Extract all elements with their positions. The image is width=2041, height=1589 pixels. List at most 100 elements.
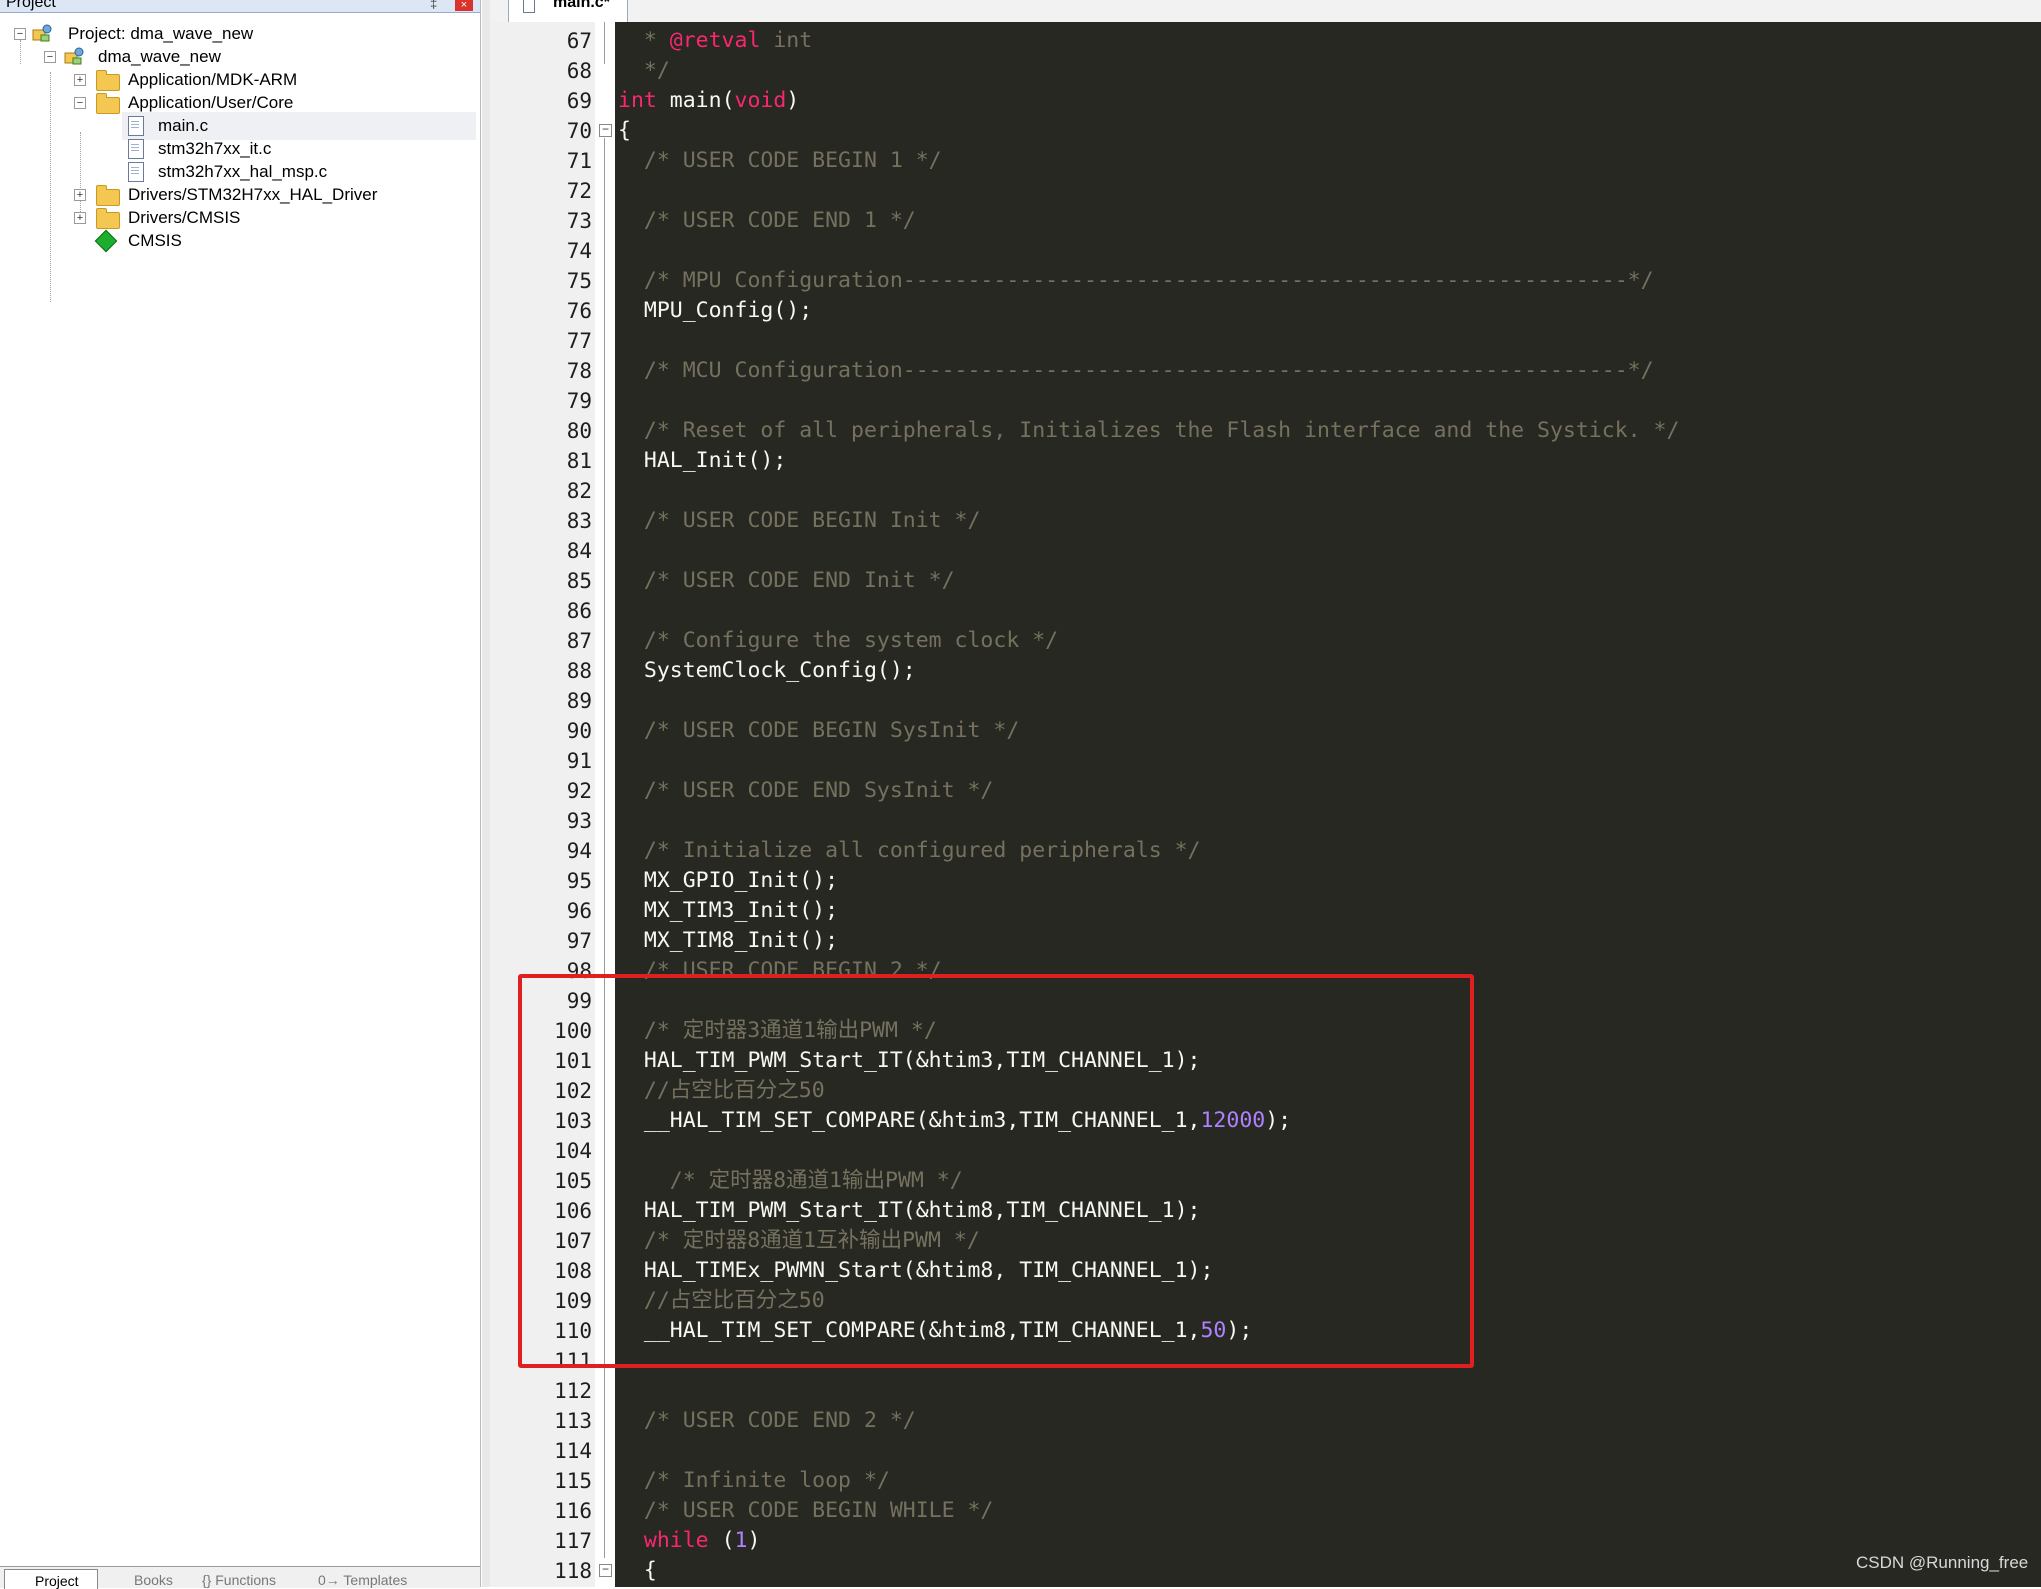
close-icon[interactable]: × [455,0,473,11]
code-line[interactable]: /* Reset of all peripherals, Initializes… [618,416,1680,446]
line-number: 68 [566,59,592,83]
code-line[interactable]: /* USER CODE BEGIN Init */ [618,506,981,536]
line-number: 118 [554,1559,592,1583]
line-number: 74 [566,239,592,263]
cmsis-icon [94,229,118,253]
line-number: 85 [566,569,592,593]
line-number: 89 [566,689,592,713]
expand-icon[interactable]: + [74,212,86,224]
code-token: ( [708,1528,735,1553]
pin-icon[interactable]: ‡ [430,0,437,11]
fold-toggle-icon[interactable]: − [599,123,612,137]
line-number: 87 [566,629,592,653]
code-comment: int [760,28,813,53]
line-number: 78 [566,359,592,383]
code-keyword: int [618,88,657,113]
file-icon [523,0,535,13]
code-line[interactable]: /* MPU Configuration--------------------… [618,266,1654,296]
line-number: 82 [566,479,592,503]
code-token: { [618,1558,657,1583]
code-comment: /* Initialize all configured peripherals… [618,838,1201,863]
code-line[interactable]: /* Configure the system clock */ [618,626,1058,656]
file-icon [128,116,144,136]
code-line[interactable]: MX_GPIO_Init(); [618,866,838,896]
line-number: 75 [566,269,592,293]
code-line[interactable]: /* MCU Configuration--------------------… [618,356,1654,386]
code-line[interactable]: * @retval int [618,26,812,56]
code-line[interactable]: MPU_Config(); [618,296,812,326]
file-icon [128,162,144,182]
code-line[interactable]: */ [618,56,670,86]
expand-icon[interactable]: + [74,189,86,201]
line-number: 91 [566,749,592,773]
code-comment: /* MCU Configuration--------------------… [618,358,1654,383]
fold-toggle-icon[interactable]: − [599,1563,612,1577]
line-number: 94 [566,839,592,863]
tree-item[interactable]: CMSIS [0,227,476,255]
project-panel-title: Project [6,0,56,11]
tab-books-label: Books [134,1572,173,1588]
line-number: 96 [566,899,592,923]
line-number: 95 [566,869,592,893]
code-comment: /* Configure the system clock */ [618,628,1059,653]
line-number: 113 [554,1409,592,1433]
code-line[interactable]: while (1) [618,1526,761,1556]
code-line[interactable]: { [618,1556,657,1586]
line-number: 93 [566,809,592,833]
tab-main-c[interactable]: main.c* [508,0,628,22]
fold-guide-line [604,22,605,64]
code-token: { [618,118,631,143]
tab-templates-label: 0→ Templates [318,1572,408,1588]
project-panel-titlebar: Project ‡ × [0,0,480,13]
collapse-icon[interactable]: − [14,28,26,40]
code-line[interactable]: /* USER CODE BEGIN SysInit */ [618,716,1019,746]
code-comment: /* USER CODE BEGIN Init */ [618,508,981,533]
code-token: ) [786,88,800,113]
code-token: MX_TIM3_Init(); [618,898,839,923]
code-token: MPU_Config(); [618,298,813,323]
tab-functions-label: {} Functions [202,1572,276,1588]
line-number: 92 [566,779,592,803]
code-token: main( [656,88,735,113]
code-line[interactable]: MX_TIM8_Init(); [618,926,838,956]
line-number: 71 [566,149,592,173]
line-number: 79 [566,389,592,413]
expand-icon[interactable]: + [74,74,86,86]
code-token: SystemClock_Config(); [618,658,916,683]
code-line[interactable]: /* USER CODE BEGIN 1 */ [618,146,942,176]
tab-functions[interactable]: {} Functions [196,1569,308,1588]
collapse-icon[interactable]: − [74,97,86,109]
tab-templates[interactable]: 0→ Templates [312,1569,432,1588]
line-number: 112 [554,1379,592,1403]
code-line[interactable]: /* USER CODE END 1 */ [618,206,916,236]
code-token: ) [747,1528,761,1553]
folder-open-icon [96,93,120,114]
code-token: MX_TIM8_Init(); [618,928,839,953]
code-line[interactable]: /* USER CODE END SysInit */ [618,776,994,806]
line-number: 83 [566,509,592,533]
line-number: 77 [566,329,592,353]
code-comment: /* USER CODE END Init */ [618,568,955,593]
code-line[interactable]: int main(void) [618,86,799,116]
code-line[interactable]: /* Initialize all configured peripherals… [618,836,1201,866]
code-line[interactable]: MX_TIM3_Init(); [618,896,838,926]
target-icon [64,47,84,65]
code-comment: /* USER CODE BEGIN SysInit */ [618,718,1020,743]
code-number: 1 [734,1528,748,1553]
line-number: 115 [554,1469,592,1493]
collapse-icon[interactable]: − [44,51,56,63]
code-line[interactable]: /* USER CODE BEGIN WHILE */ [618,1496,994,1526]
code-line[interactable]: /* USER CODE END 2 */ [618,1406,916,1436]
code-line[interactable]: /* Infinite loop */ [618,1466,890,1496]
code-line[interactable]: HAL_Init(); [618,446,786,476]
project-panel: Project ‡ × − Project: dma_wave_new − dma_w… [0,0,481,1589]
line-number: 73 [566,209,592,233]
line-number: 114 [554,1439,592,1463]
code-line[interactable]: SystemClock_Config(); [618,656,916,686]
line-number: 72 [566,179,592,203]
line-number: 116 [554,1499,592,1523]
tab-project[interactable]: Project [4,1569,98,1589]
code-line[interactable]: { [618,116,631,146]
tab-books[interactable]: Books [100,1569,190,1588]
code-line[interactable]: /* USER CODE END Init */ [618,566,955,596]
